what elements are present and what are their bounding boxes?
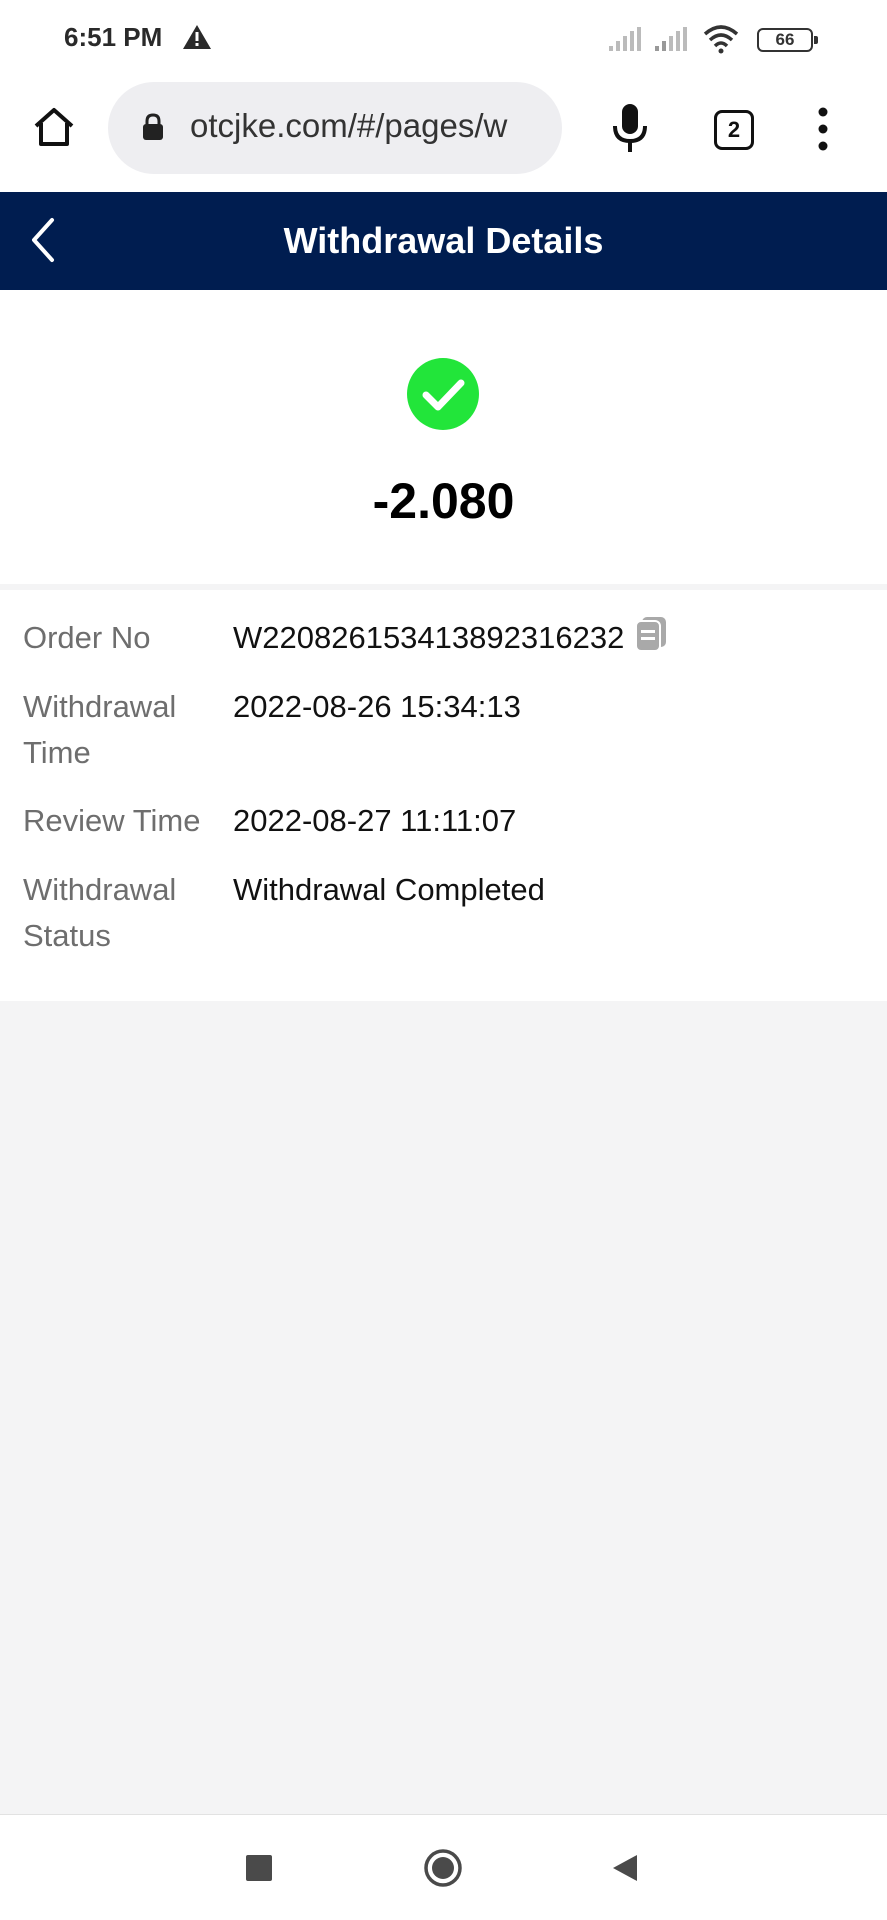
order-no-label: Order No <box>23 620 151 655</box>
app-header: Withdrawal Details <box>0 192 887 290</box>
withdrawal-status-label: Withdrawal Status <box>23 872 177 953</box>
browser-toolbar: otcjke.com/#/pages/w 2 <box>0 76 887 192</box>
order-no-row: W220826153413892316232 <box>233 615 873 661</box>
withdrawal-status-value: Withdrawal Completed <box>233 872 545 907</box>
warning-icon <box>183 25 211 49</box>
battery-icon: 66 <box>757 28 818 52</box>
address-bar[interactable]: otcjke.com/#/pages/w <box>108 82 562 174</box>
order-no-value: W220826153413892316232 <box>233 620 625 655</box>
home-circle-icon[interactable] <box>423 1848 463 1888</box>
signal-icon <box>655 27 687 51</box>
back-chevron-icon[interactable] <box>20 212 70 268</box>
mic-icon[interactable] <box>608 102 652 154</box>
withdrawal-amount: -2.080 <box>372 473 515 529</box>
system-nav-bar <box>0 1814 887 1920</box>
battery-level: 66 <box>775 30 795 49</box>
status-bar: 6:51 PM 66 <box>0 0 887 76</box>
status-indicators: 66 <box>607 24 827 56</box>
wifi-icon <box>703 25 739 54</box>
copy-icon[interactable] <box>634 616 668 652</box>
url-text[interactable]: otcjke.com/#/pages/w <box>190 107 550 145</box>
withdrawal-time-value: 2022-08-26 15:34:13 <box>233 689 521 724</box>
review-time-value: 2022-08-27 11:11:07 <box>233 803 517 838</box>
tab-count: 2 <box>727 117 741 142</box>
recents-icon[interactable] <box>246 1855 272 1881</box>
summary-card: -2.080 <box>0 290 887 584</box>
withdrawal-time-label: Withdrawal Time <box>23 689 177 770</box>
check-circle-icon <box>407 358 479 430</box>
back-triangle-icon[interactable] <box>611 1853 639 1883</box>
status-time: 6:51 PM <box>64 22 163 52</box>
home-icon[interactable] <box>32 105 76 149</box>
review-time-label: Review Time <box>23 803 201 838</box>
details-card: Order No W220826153413892316232 Withdraw… <box>0 590 887 1001</box>
more-vert-icon[interactable] <box>808 106 838 152</box>
page-title: Withdrawal Details <box>283 220 604 261</box>
lock-icon <box>143 113 163 140</box>
signal-icon <box>609 27 641 51</box>
tabs-icon[interactable]: 2 <box>714 110 754 150</box>
